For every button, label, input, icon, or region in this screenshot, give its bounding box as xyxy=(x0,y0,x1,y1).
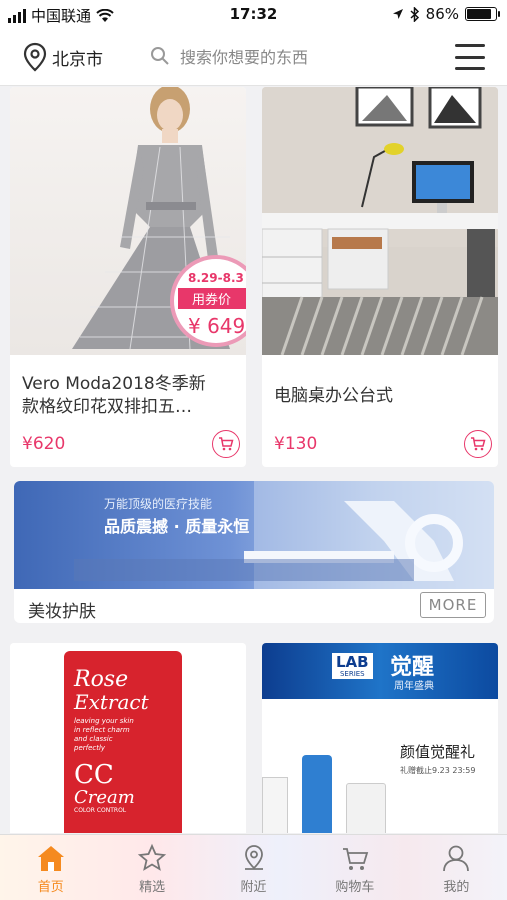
product-title: Vero Moda2018冬季新 款格纹印花双排扣五… xyxy=(22,373,206,419)
cc-sub: COLOR CONTROL xyxy=(74,807,127,814)
feed[interactable]: 8.29-8.3 用券价 ¥ 649 Vero Moda2018冬季新 款格纹印… xyxy=(0,87,507,833)
tab-cart[interactable]: 购物车 xyxy=(304,835,405,900)
status-right: 86% xyxy=(392,5,500,23)
tab-label: 首页 xyxy=(37,880,64,895)
location-label: 北京市 xyxy=(52,49,103,70)
product-card[interactable]: Rose Extract leaving your skin in reflec… xyxy=(10,643,246,833)
product-title-line1: Vero Moda2018冬季新 xyxy=(22,374,206,394)
lab-logo: LAB SERIES xyxy=(332,653,373,679)
tab-label: 精选 xyxy=(139,880,166,895)
battery-icon xyxy=(465,7,500,21)
location-arrow-icon xyxy=(392,9,403,19)
product-title-line1: 电脑桌办公台式 xyxy=(274,386,393,406)
product-title-line2: 款格纹印花双排扣五… xyxy=(22,397,192,417)
desk-illustration xyxy=(262,87,498,356)
cc-cream-tube: Rose Extract leaving your skin in reflec… xyxy=(64,651,182,833)
product-title: 电脑桌办公台式 xyxy=(274,385,393,408)
badge-date: 8.29-8.3 xyxy=(188,271,244,285)
cart-icon xyxy=(471,437,486,451)
brand-line2: Extract xyxy=(74,690,149,714)
location-icon xyxy=(244,845,263,870)
more-button[interactable]: MORE xyxy=(420,592,486,618)
badge-price: ¥ 649 xyxy=(188,314,246,338)
product-card[interactable]: 8.29-8.3 用券价 ¥ 649 Vero Moda2018冬季新 款格纹印… xyxy=(10,87,246,467)
tab-profile[interactable]: 我的 xyxy=(406,835,507,900)
ad-title: 颜值觉醒礼 xyxy=(400,743,476,761)
cc-line1: CC xyxy=(74,760,114,790)
add-to-cart-button[interactable] xyxy=(464,430,492,458)
tab-label: 购物车 xyxy=(335,880,375,895)
logo-line1: LAB xyxy=(336,653,369,671)
product-card[interactable]: 电脑桌办公台式 ¥130 xyxy=(262,87,498,467)
cart-icon xyxy=(342,848,369,870)
product-image: Rose Extract leaving your skin in reflec… xyxy=(10,643,246,833)
category-banner[interactable]: 万能顶级的医疗技能 品质震撼 · 质量永恒 美妆护肤 MORE xyxy=(14,481,494,623)
product-image xyxy=(262,87,498,356)
tab-nearby[interactable]: 附近 xyxy=(203,835,304,900)
battery-fill xyxy=(467,9,492,19)
medical-equipment-illustration xyxy=(74,481,494,589)
promo-header: LAB SERIES 觉醒 周年盛典 xyxy=(262,643,498,699)
star-icon xyxy=(137,843,167,871)
ad-sub: 礼赠截止9.23 23:59 xyxy=(400,766,476,775)
brand-line1: Rose xyxy=(74,667,129,692)
user-icon xyxy=(443,845,470,872)
cart-icon xyxy=(219,437,234,451)
product-price: ¥620 xyxy=(22,434,66,454)
product-card[interactable]: LAB SERIES 觉醒 周年盛典 颜值觉醒礼 礼赠截止9.23 23:59 xyxy=(262,643,498,833)
search-icon xyxy=(151,47,169,65)
tab-bar: 首页 精选 附近 购物车 我的 xyxy=(0,834,507,900)
product-image: 8.29-8.3 用券价 ¥ 649 xyxy=(10,87,246,355)
promo-sub: 周年盛典 xyxy=(394,681,434,692)
brand-desc: leaving your skin in reflect charm and c… xyxy=(74,717,134,752)
banner-headline-big: 品质震撼 · 质量永恒 xyxy=(104,517,250,536)
logo-line2: SERIES xyxy=(339,670,365,678)
tab-featured[interactable]: 精选 xyxy=(101,835,202,900)
bottle-white xyxy=(346,783,386,833)
tab-label: 我的 xyxy=(443,880,470,895)
bottle-left xyxy=(262,777,288,833)
tab-home[interactable]: 首页 xyxy=(0,835,101,900)
badge-label: 用券价 xyxy=(178,288,246,309)
bluetooth-icon xyxy=(410,6,419,22)
bottle-blue xyxy=(302,755,332,833)
search-placeholder: 搜索你想要的东西 xyxy=(180,48,309,67)
map-pin-icon xyxy=(23,42,47,72)
badge-label-text: 用券价 xyxy=(192,293,232,308)
battery-percent: 86% xyxy=(425,5,459,23)
location-selector[interactable]: 北京市 xyxy=(22,42,103,72)
home-icon xyxy=(37,846,64,871)
banner-title: 美妆护肤 xyxy=(28,602,96,622)
status-bar: 中国联通 17:32 86% xyxy=(0,0,507,30)
cc-line2: Cream xyxy=(74,787,135,808)
banner-headline-small: 万能顶级的医疗技能 xyxy=(104,497,213,511)
banner-image: 万能顶级的医疗技能 品质震撼 · 质量永恒 xyxy=(14,481,494,589)
tab-label: 附近 xyxy=(240,880,267,895)
search-input[interactable]: 搜索你想要的东西 xyxy=(150,44,308,68)
menu-button[interactable] xyxy=(455,44,485,70)
product-image: LAB SERIES 觉醒 周年盛典 颜值觉醒礼 礼赠截止9.23 23:59 xyxy=(262,643,498,833)
add-to-cart-button[interactable] xyxy=(212,430,240,458)
top-bar: 北京市 搜索你想要的东西 xyxy=(0,30,507,86)
product-price: ¥130 xyxy=(274,434,318,454)
